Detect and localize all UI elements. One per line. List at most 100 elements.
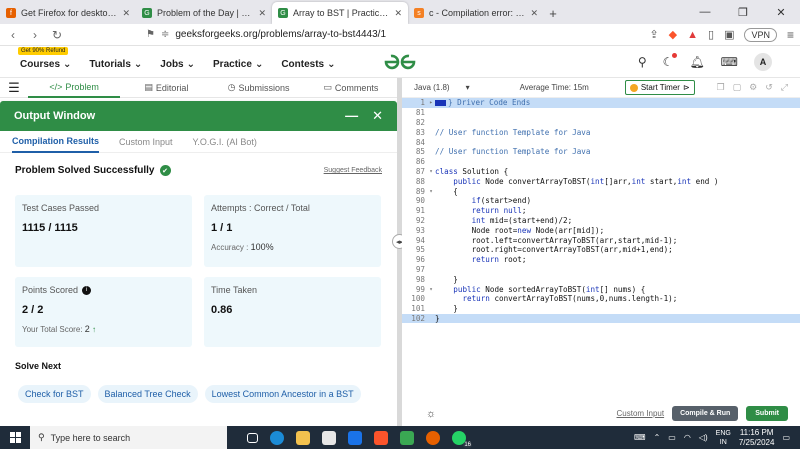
close-window-icon[interactable]: ✕ bbox=[762, 0, 800, 24]
info-icon[interactable]: i bbox=[82, 285, 92, 295]
site-settings-icon[interactable]: ≑ bbox=[161, 29, 169, 40]
code-line[interactable]: 95 root.right=convertArrayToBST(arr,mid+… bbox=[402, 245, 800, 255]
site-menu-item[interactable]: Contests ⌄ bbox=[281, 59, 335, 70]
code-editor[interactable]: 1 ▸ ···} Driver Code Ends 81 82 83// User fun… bbox=[402, 98, 800, 397]
code-line[interactable]: 85 // User function Template for Java bbox=[402, 147, 800, 157]
site-menu-item[interactable]: Tutorials ⌄ bbox=[89, 59, 142, 70]
code-line[interactable]: 92 int mid=(start+end)/2; bbox=[402, 216, 800, 226]
site-menu-item[interactable]: Jobs ⌄ bbox=[160, 59, 195, 70]
sidebar-icon[interactable]: ▯ bbox=[708, 28, 714, 41]
volume-icon[interactable]: ◁) bbox=[699, 433, 708, 442]
forward-icon[interactable]: › bbox=[28, 28, 42, 42]
tab-submissions[interactable]: ◷ Submissions bbox=[213, 78, 305, 98]
close-tab-icon[interactable]: ✕ bbox=[530, 8, 538, 19]
address-bar[interactable]: ⚑ ≑ geeksforgeeks.org/problems/array-to-… bbox=[140, 26, 600, 44]
fold-icon[interactable]: ▾ bbox=[427, 168, 435, 175]
fullscreen-icon[interactable]: ⤢ bbox=[781, 82, 788, 93]
browser-tab[interactable]: f Get Firefox for desktop — Mozilla (I ✕ bbox=[0, 2, 136, 24]
file-explorer-icon[interactable] bbox=[296, 430, 310, 445]
code-line[interactable]: 99 ▾ public Node sortedArrayToBST(int[] n… bbox=[402, 284, 800, 294]
edge-icon[interactable] bbox=[270, 430, 284, 445]
battery-icon[interactable]: ▭ bbox=[668, 433, 676, 442]
code-line[interactable]: 84 bbox=[402, 137, 800, 147]
fold-icon[interactable]: ▾ bbox=[427, 188, 435, 195]
code-line[interactable]: 90 if(start>end) bbox=[402, 196, 800, 206]
site-menu-item[interactable]: Courses ⌄ bbox=[20, 59, 71, 70]
taskbar-search[interactable]: ⚲ Type here to search bbox=[30, 426, 227, 449]
code-line[interactable]: 83 // User function Template for Java bbox=[402, 127, 800, 137]
wifi-icon[interactable]: ◠ bbox=[684, 433, 691, 442]
code-line[interactable]: 102} bbox=[402, 313, 800, 324]
minimize-output-icon[interactable]: — bbox=[345, 108, 358, 124]
store-icon[interactable] bbox=[322, 430, 336, 445]
wallet-icon[interactable]: ▣ bbox=[724, 28, 734, 41]
fold-icon[interactable]: ▸ bbox=[427, 99, 435, 106]
menu-icon[interactable]: ≡ bbox=[787, 28, 794, 42]
suggestion-chip[interactable]: Lowest Common Ancestor in a BST bbox=[204, 385, 361, 403]
hamburger-menu-icon[interactable]: ☰ bbox=[0, 80, 28, 96]
language-select[interactable]: Java (1.8) ▾ bbox=[414, 83, 470, 92]
suggestion-chip[interactable]: Check for BST bbox=[18, 385, 91, 403]
lightbulb-icon[interactable]: ☼ bbox=[426, 408, 436, 420]
code-line[interactable]: 82 bbox=[402, 118, 800, 128]
code-line[interactable]: 86 bbox=[402, 157, 800, 167]
browser-tab[interactable]: G Array to BST | Practice | GeeksforGe ✕ bbox=[272, 2, 408, 24]
code-line[interactable]: 100 return convertArrayToBST(nums,0,nums… bbox=[402, 294, 800, 304]
code-line[interactable]: 101 } bbox=[402, 304, 800, 314]
paste-icon[interactable]: ▢ bbox=[733, 82, 742, 93]
settings-icon[interactable]: ⚙ bbox=[749, 82, 757, 93]
clock[interactable]: 11:16 PM 7/25/2024 bbox=[739, 428, 775, 448]
mail-icon[interactable] bbox=[348, 430, 362, 445]
code-line[interactable]: 87 ▾ class Solution { bbox=[402, 167, 800, 177]
code-line[interactable]: 93 Node root=new Node(arr[mid]); bbox=[402, 225, 800, 235]
reset-icon[interactable]: ↺ bbox=[765, 82, 773, 93]
close-tab-icon[interactable]: ✕ bbox=[258, 8, 266, 19]
refund-badge[interactable]: Get 90% Refund bbox=[18, 47, 69, 55]
code-line[interactable]: 98 } bbox=[402, 274, 800, 284]
app-green-icon[interactable] bbox=[400, 430, 414, 445]
gfg-logo-icon[interactable] bbox=[383, 53, 417, 71]
code-line[interactable]: 88 public Node convertArrayToBST(int[]ar… bbox=[402, 176, 800, 186]
vpn-button[interactable]: VPN bbox=[744, 27, 777, 42]
maximize-icon[interactable]: ❐ bbox=[724, 0, 762, 24]
keyboard-icon[interactable]: ⌨ bbox=[634, 433, 646, 442]
browser-tab[interactable]: G Problem of the Day | GeeksforGeeks ✕ bbox=[136, 2, 272, 24]
input-language[interactable]: ENG IN bbox=[716, 429, 731, 447]
custom-input-link[interactable]: Custom Input bbox=[617, 409, 665, 418]
brave-shield-icon[interactable]: ◆ bbox=[669, 28, 677, 41]
suggest-feedback-link[interactable]: Suggest Feedback bbox=[324, 167, 382, 174]
submit-button[interactable]: Submit bbox=[746, 406, 788, 421]
notification-bell-icon[interactable]: 🔔︎ bbox=[689, 55, 704, 69]
avatar[interactable]: A bbox=[754, 53, 772, 71]
whatsapp-icon[interactable]: 16 bbox=[452, 430, 472, 448]
tab-yogi-ai-bot[interactable]: Y.O.G.I. (AI Bot) bbox=[193, 131, 257, 153]
code-line[interactable]: 96 return root; bbox=[402, 255, 800, 265]
site-menu-item[interactable]: Practice ⌄ bbox=[213, 59, 263, 70]
folded-code-marker[interactable]: ··· bbox=[435, 99, 447, 106]
code-line[interactable]: 81 bbox=[402, 108, 800, 118]
bookmark-icon[interactable]: ⚑ bbox=[146, 29, 155, 40]
close-tab-icon[interactable]: ✕ bbox=[122, 8, 130, 19]
task-view-icon[interactable] bbox=[247, 432, 258, 443]
share-icon[interactable]: ⇪ bbox=[649, 28, 658, 41]
browser-tab[interactable]: s c - Compilation error: stray '\302' in ✕ bbox=[408, 2, 544, 24]
code-line[interactable]: 89 ▾ { bbox=[402, 186, 800, 196]
reload-icon[interactable]: ↻ bbox=[50, 28, 64, 42]
start-timer-button[interactable]: Start Timer ⊳ bbox=[624, 80, 695, 95]
chevron-up-icon[interactable]: ⌃ bbox=[654, 433, 661, 442]
back-icon[interactable]: ‹ bbox=[6, 28, 20, 42]
code-line[interactable]: 1 ▸ ···} Driver Code Ends bbox=[402, 98, 800, 108]
windows-start-icon[interactable] bbox=[0, 432, 30, 443]
firefox-icon[interactable] bbox=[426, 430, 440, 445]
tab-compilation-results[interactable]: Compilation Results bbox=[12, 131, 100, 153]
minimize-icon[interactable]: — bbox=[686, 0, 724, 24]
search-icon[interactable]: ⚲ bbox=[638, 55, 647, 69]
code-line[interactable]: 94 root.left=convertArrayToBST(arr,start… bbox=[402, 235, 800, 245]
tab-comments[interactable]: ▭ Comments bbox=[305, 78, 397, 98]
fold-icon[interactable]: ▾ bbox=[427, 286, 435, 293]
close-tab-icon[interactable]: ✕ bbox=[394, 8, 402, 19]
new-tab-button[interactable]: + bbox=[544, 2, 562, 24]
tab-editorial[interactable]: ▤ Editorial bbox=[120, 78, 212, 98]
tab-custom-input[interactable]: Custom Input bbox=[119, 131, 173, 153]
code-line[interactable]: 91 return null; bbox=[402, 206, 800, 216]
